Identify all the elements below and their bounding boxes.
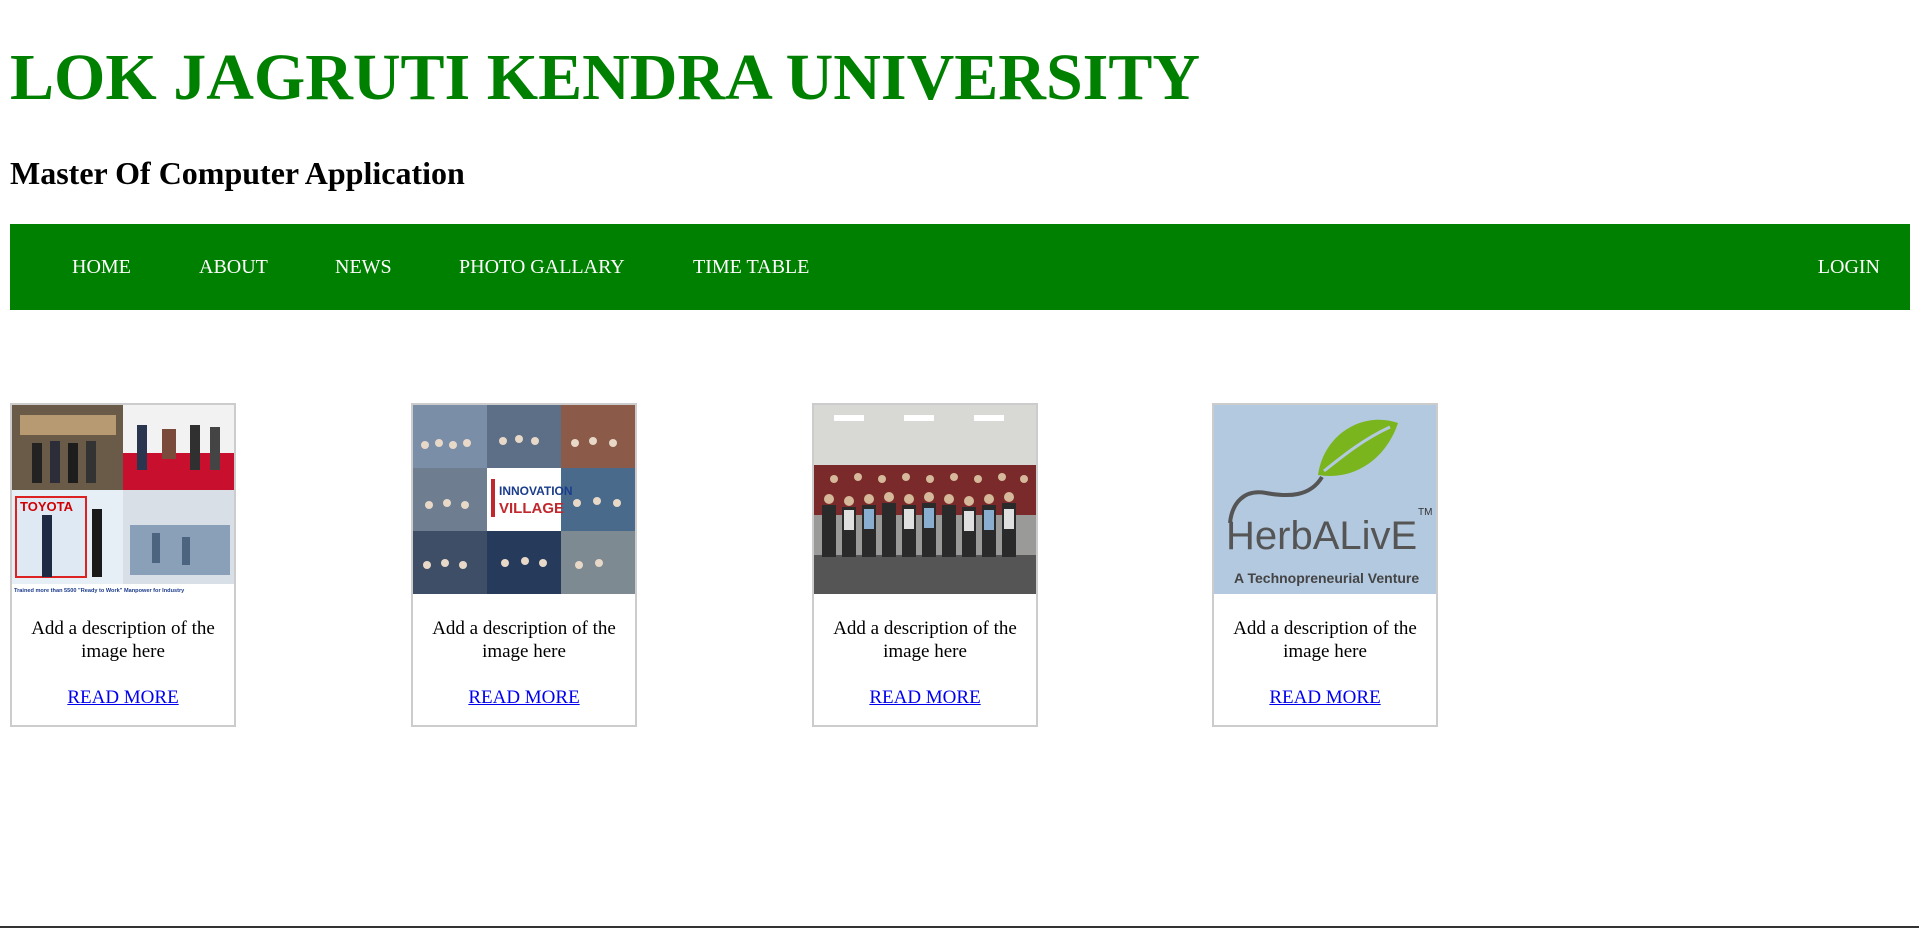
card-description: Add a description of the image here: [833, 618, 1017, 662]
nav-login[interactable]: LOGIN: [1818, 224, 1880, 310]
read-more-link[interactable]: READ MORE: [814, 686, 1036, 709]
card-image-innovation-collage[interactable]: INNOVATION VILLAGE: [413, 405, 635, 594]
card-description: Add a description of the image here: [1233, 618, 1417, 662]
herbalive-wordmark: HerbALivE: [1226, 514, 1417, 558]
gallery-card: INNOVATION VILLAGE Add a description of …: [411, 403, 637, 727]
nav-photo-gallery[interactable]: PHOTO GALLARY: [459, 224, 625, 310]
read-more-link[interactable]: READ MORE: [413, 686, 635, 709]
nav-time-table[interactable]: TIME TABLE: [693, 224, 809, 310]
gallery-card: Add a description of the image here READ…: [812, 403, 1038, 727]
site-title: LOK JAGRUTI KENDRA UNIVERSITY: [10, 41, 1201, 114]
image-caption: Trained more than 5500 "Ready to Work" M…: [14, 588, 185, 594]
toyota-wordmark: TOYOTA: [20, 499, 74, 514]
card-image-group-photo[interactable]: [814, 405, 1036, 594]
card-image-training-collage[interactable]: TOYOTA Trained more than 5500 "Ready to …: [12, 405, 234, 594]
read-more-link[interactable]: READ MORE: [1214, 686, 1436, 709]
card-description: Add a description of the image here: [31, 618, 215, 662]
site-subtitle: Master Of Computer Application: [10, 155, 465, 191]
village-text: VILLAGE: [499, 500, 564, 517]
trademark-symbol: TM: [1418, 507, 1432, 518]
card-image-herbalive-logo[interactable]: HerbALivE TM A Technopreneurial Venture: [1214, 405, 1436, 594]
gallery-card: TOYOTA Trained more than 5500 "Ready to …: [10, 403, 236, 727]
main-navbar: HOME ABOUT NEWS PHOTO GALLARY TIME TABLE…: [10, 224, 1910, 310]
nav-about[interactable]: ABOUT: [199, 224, 268, 310]
innovation-text: INNOVATION: [499, 484, 573, 498]
read-more-link[interactable]: READ MORE: [12, 686, 234, 709]
herbalive-tagline: A Technopreneurial Venture: [1234, 570, 1419, 586]
card-description: Add a description of the image here: [432, 618, 616, 662]
nav-home[interactable]: HOME: [72, 224, 131, 310]
gallery-card: HerbALivE TM A Technopreneurial Venture …: [1212, 403, 1438, 727]
nav-news[interactable]: NEWS: [335, 224, 392, 310]
